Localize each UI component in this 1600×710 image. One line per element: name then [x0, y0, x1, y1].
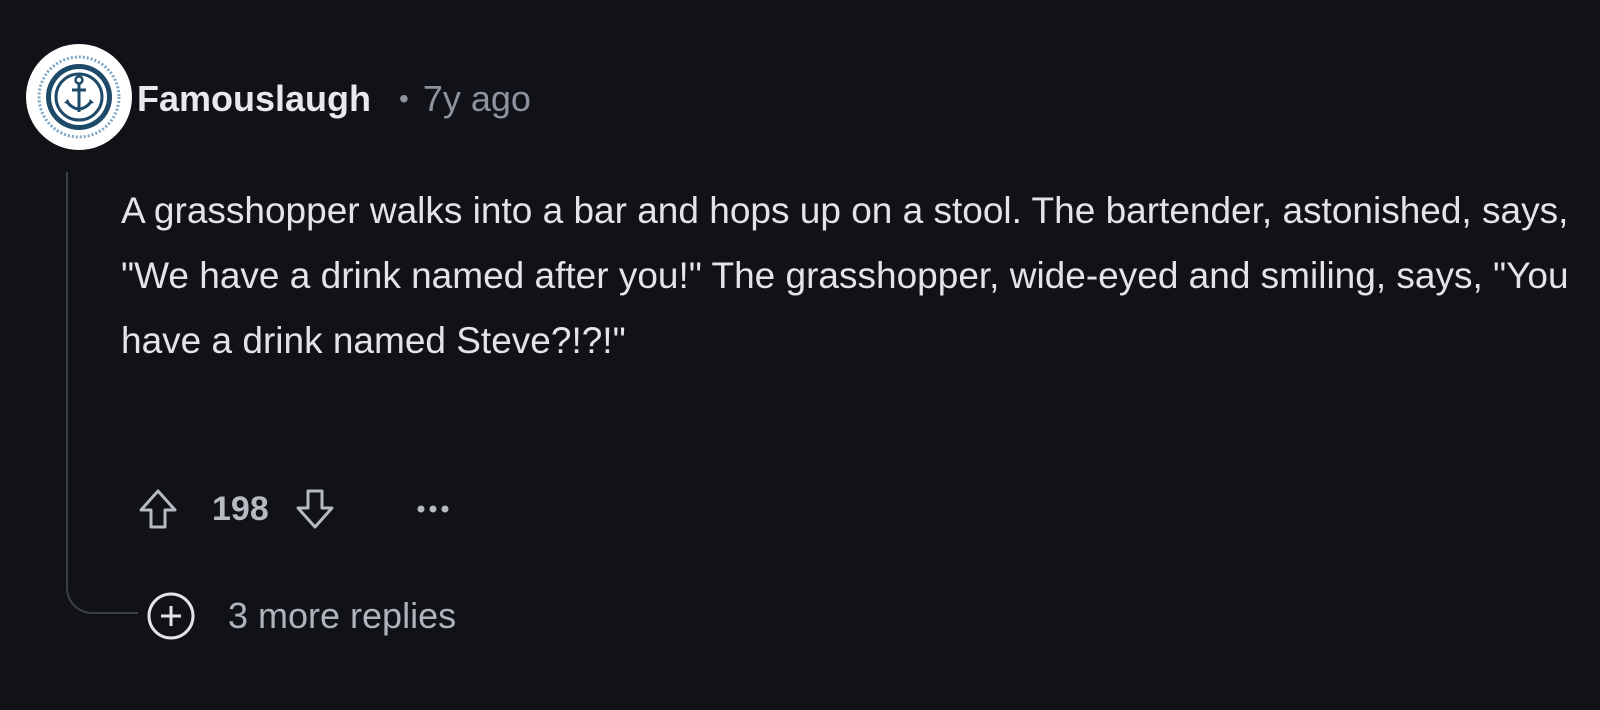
anchor-icon: [37, 55, 121, 139]
more-options-button[interactable]: [405, 481, 461, 537]
username[interactable]: Famouslaugh: [137, 78, 371, 120]
upvote-button[interactable]: [130, 481, 186, 537]
comment-actions: 198: [130, 480, 461, 538]
separator-dot: •: [399, 83, 409, 114]
arrow-up-icon: [139, 489, 177, 529]
comment-header: Famouslaugh • 7y ago: [137, 74, 531, 124]
arrow-down-icon: [296, 489, 334, 529]
avatar[interactable]: [26, 44, 132, 150]
downvote-button[interactable]: [287, 481, 343, 537]
more-replies-label: 3 more replies: [228, 595, 457, 636]
timestamp: 7y ago: [422, 78, 531, 119]
comment: Famouslaugh • 7y ago A grasshopper walks…: [0, 0, 1600, 710]
plus-circle-icon: [146, 591, 196, 641]
vote-score: 198: [212, 489, 269, 528]
ellipsis-icon: [417, 505, 449, 513]
comment-body: A grasshopper walks into a bar and hops …: [121, 190, 1569, 361]
more-replies-button[interactable]: 3 more replies: [146, 588, 456, 644]
